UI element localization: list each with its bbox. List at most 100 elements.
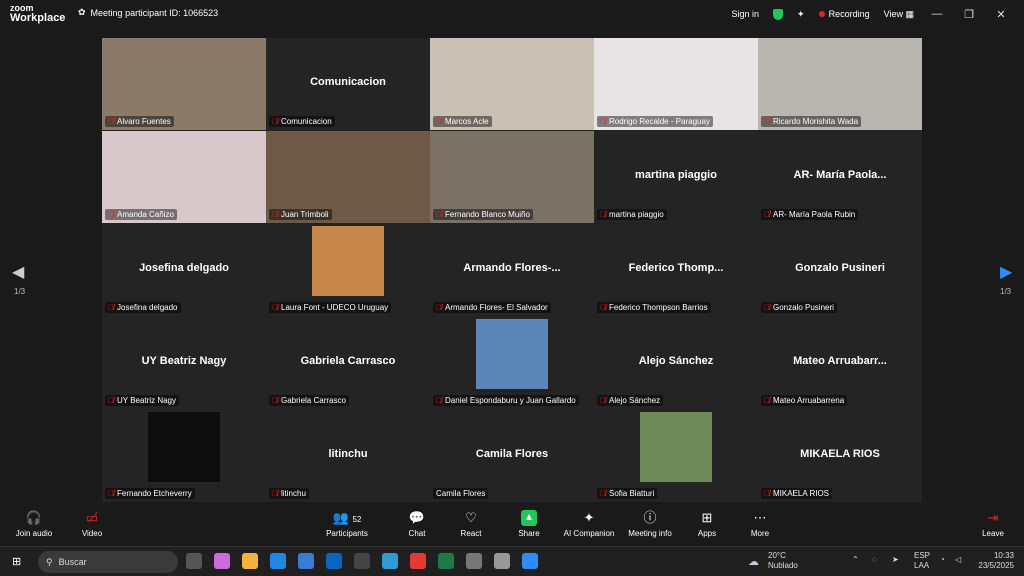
mic-muted-icon: 🎙̸ <box>272 489 278 498</box>
mic-muted-icon: 🎙̸ <box>436 117 442 126</box>
file-explorer-icon[interactable] <box>242 553 258 569</box>
more-button[interactable]: ⋯ More <box>744 510 776 538</box>
share-button[interactable]: ▲ Share <box>512 510 546 538</box>
language-indicator[interactable]: ESP LAA <box>914 551 930 571</box>
shield-icon[interactable] <box>773 8 784 20</box>
participant-display-name: Gabriela Carrasco <box>300 355 396 367</box>
weather-widget[interactable]: 20°C Nublado <box>768 551 798 571</box>
participant-tile[interactable]: UY Beatriz Nagy 🎙̸ UY Beatriz Nagy <box>102 317 266 409</box>
view-button[interactable]: View ▦ <box>884 9 914 20</box>
apps-button[interactable]: ⊞ Apps <box>690 510 724 538</box>
meeting-info-button[interactable]: ⓘ Meeting info <box>626 510 674 538</box>
close-button[interactable]: ✕ <box>992 8 1010 21</box>
participants-button[interactable]: 👥 52 Participants <box>322 510 372 538</box>
sparkle-icon[interactable]: ✦ <box>797 9 805 20</box>
info-icon: ⓘ <box>643 510 657 525</box>
logo-line2: Workplace <box>10 12 66 24</box>
participant-name-label: 🎙̸ Sofia Biatturi <box>597 488 658 499</box>
mic-muted-icon: 🎙̸ <box>600 489 606 498</box>
participant-tile[interactable]: 🎙̸ Juan Trimboli <box>266 131 430 223</box>
join-audio-button[interactable]: 🎧 Join audio <box>14 510 54 538</box>
participant-name-label: 🎙̸ Federico Thompson Barrios <box>597 302 711 313</box>
participant-name: Rodrigo Recalde - Paraguay <box>609 117 710 126</box>
outlook-icon[interactable] <box>326 553 342 569</box>
participant-name-label: 🎙̸ Ricardo Morishita Wada <box>761 116 862 127</box>
participant-name: Laura Font - UDECO Uruguay <box>281 303 389 312</box>
cloud-icon: ☁ <box>748 556 759 568</box>
participant-tile[interactable]: Josefina delgado 🎙̸ Josefina delgado <box>102 224 266 316</box>
participant-tile[interactable]: martina piaggio 🎙̸ martina piaggio <box>594 131 758 223</box>
participant-tile[interactable]: Alejo Sánchez 🎙̸ Alejo Sánchez <box>594 317 758 409</box>
video-button[interactable]: ▭̸ Video <box>74 510 110 538</box>
participant-tile[interactable]: 🎙̸ Rodrigo Recalde - Paraguay <box>594 38 758 130</box>
restore-button[interactable]: ❐ <box>960 8 978 21</box>
participant-display-name: UY Beatriz Nagy <box>141 355 227 367</box>
clock[interactable]: 10:33 23/5/2025 <box>974 551 1014 571</box>
recording-indicator[interactable]: Recording <box>818 9 870 19</box>
prev-page-arrow-icon[interactable]: ◀ <box>12 262 24 282</box>
chat-icon: 💬 <box>408 510 426 525</box>
page-indicator-right: 1/3 <box>1000 287 1012 296</box>
participant-tile[interactable]: 🎙̸ Laura Font - UDECO Uruguay <box>266 224 430 316</box>
participant-tile[interactable]: Comunicacion 🎙̸ Comunicacion <box>266 38 430 130</box>
participant-name: Gabriela Carrasco <box>281 396 346 405</box>
store-icon[interactable] <box>298 553 314 569</box>
participant-tile[interactable]: Federico Thomp... 🎙̸ Federico Thompson Bar… <box>594 224 758 316</box>
react-button[interactable]: ♡ React <box>454 510 488 538</box>
participant-tile[interactable]: Gabriela Carrasco 🎙̸ Gabriela Carrasco <box>266 317 430 409</box>
photos-icon[interactable] <box>382 553 398 569</box>
participant-name-label: 🎙̸ Juan Trimboli <box>269 209 332 220</box>
excel-icon[interactable] <box>438 553 454 569</box>
edge-icon[interactable] <box>270 553 286 569</box>
participant-tile[interactable]: 🎙̸ Ricardo Morishita Wada <box>758 38 922 130</box>
sign-in-link[interactable]: Sign in <box>732 9 760 19</box>
participant-tile[interactable]: 🎙̸ Amanda Cañizo <box>102 131 266 223</box>
network-icon[interactable]: ◌ <box>872 555 877 565</box>
participant-tile[interactable]: 🎙̸ Fernando Etcheverry <box>102 410 266 502</box>
participant-name-label: Camila Flores <box>433 488 489 499</box>
next-page-arrow-icon[interactable]: ▶ <box>1000 262 1012 282</box>
mic-muted-icon: 🎙̸ <box>108 210 114 219</box>
participant-tile[interactable]: 🎙̸ Marcos Acle <box>430 38 594 130</box>
participant-tile[interactable]: Mateo Arruabarr... 🎙̸ Mateo Arruabarrena <box>758 317 922 409</box>
zoom-taskbar-icon[interactable] <box>522 553 538 569</box>
participant-tile[interactable]: MIKAELA RIOS 🎙̸ MIKAELA RIOS <box>758 410 922 502</box>
participant-name: Gonzalo Pusineri <box>773 303 834 312</box>
participant-tile[interactable]: Camila Flores Camila Flores <box>430 410 594 502</box>
leave-label: Leave <box>982 529 1004 538</box>
app-icon[interactable] <box>494 553 510 569</box>
lang-line1: ESP <box>914 551 931 560</box>
participant-tile[interactable]: 🎙̸ Fernando Blanco Muiño <box>430 131 594 223</box>
wifi-icon[interactable]: ◔ <box>940 555 945 565</box>
leave-button[interactable]: ⇥ Leave <box>978 510 1008 538</box>
chevron-up-icon[interactable]: ⌃ <box>852 555 859 565</box>
search-placeholder: Buscar <box>58 557 87 567</box>
participant-tile[interactable]: 🎙̸ Daniel Espondaburu y Juan Gallardo <box>430 317 594 409</box>
chrome-icon[interactable] <box>410 553 426 569</box>
participant-tile[interactable]: Armando Flores-... 🎙̸ Armando Flores- El S… <box>430 224 594 316</box>
chat-button[interactable]: 💬 Chat <box>402 510 432 538</box>
ai-companion-button[interactable]: ✦ AI Companion <box>562 510 616 538</box>
copilot-icon[interactable] <box>214 553 230 569</box>
lang-line2: LAA <box>914 561 930 570</box>
start-icon[interactable]: ⊞ <box>12 555 21 568</box>
participant-tile[interactable]: 🎙̸ Alvaro Fuentes <box>102 38 266 130</box>
settings-icon[interactable] <box>466 553 482 569</box>
participant-tile[interactable]: 🎙̸ Sofia Biatturi <box>594 410 758 502</box>
github-icon[interactable] <box>354 553 370 569</box>
task-view-icon[interactable] <box>186 553 202 569</box>
participant-tile[interactable]: litinchu 🎙̸ litinchu <box>266 410 430 502</box>
taskbar-search[interactable]: ⚲ Buscar <box>38 551 178 573</box>
participant-name: martina piaggio <box>609 210 664 219</box>
participant-name: Alvaro Fuentes <box>117 117 171 126</box>
volume-icon[interactable]: ◁ <box>955 555 961 565</box>
participant-tile[interactable]: AR- María Paola... 🎙̸ AR- María Paola Rubi… <box>758 131 922 223</box>
participant-name-label: 🎙̸ Comunicacion <box>269 116 335 127</box>
participant-name: Camila Flores <box>436 489 486 498</box>
location-icon[interactable]: ➤ <box>892 555 899 565</box>
participant-display-name: Josefina delgado <box>139 262 229 274</box>
minimize-button[interactable]: — <box>928 8 946 20</box>
participant-name: Amanda Cañizo <box>117 210 174 219</box>
search-icon: ⚲ <box>46 556 53 567</box>
participant-tile[interactable]: Gonzalo Pusineri 🎙̸ Gonzalo Pusineri <box>758 224 922 316</box>
